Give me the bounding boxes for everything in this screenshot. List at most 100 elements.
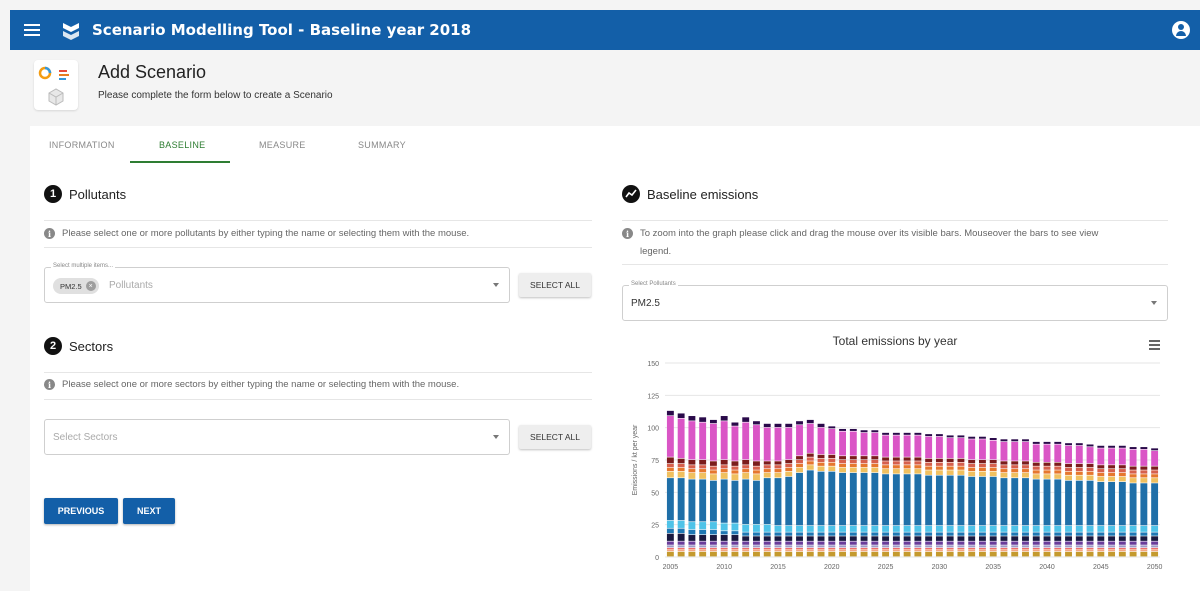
bar-segment[interactable] [1129, 474, 1137, 478]
bar-segment[interactable] [1065, 541, 1072, 545]
bar-segment[interactable] [742, 541, 750, 545]
bar-segment[interactable] [957, 536, 965, 541]
bar-segment[interactable] [849, 536, 857, 541]
bar-segment[interactable] [935, 541, 943, 545]
bar-segment[interactable] [903, 536, 911, 541]
bar-segment[interactable] [1011, 525, 1019, 532]
bar-segment[interactable] [817, 536, 825, 541]
bar-segment[interactable] [817, 547, 825, 549]
bar-segment[interactable] [925, 536, 933, 541]
bar-segment[interactable] [903, 435, 911, 457]
bar-segment[interactable] [774, 423, 782, 428]
bar-segment[interactable] [699, 541, 707, 545]
bar-segment[interactable] [806, 470, 814, 526]
bar-segment[interactable] [806, 549, 814, 552]
bar-segment[interactable] [731, 480, 739, 523]
bar-segment[interactable] [1108, 545, 1116, 548]
bar-segment[interactable] [882, 465, 890, 469]
bar-segment[interactable] [688, 547, 696, 549]
bar-segment[interactable] [1000, 525, 1008, 532]
bar-segment[interactable] [709, 541, 717, 545]
bar-segment[interactable] [688, 479, 696, 522]
bar-segment[interactable] [709, 466, 717, 470]
bar-segment[interactable] [677, 418, 685, 459]
bar-segment[interactable] [860, 467, 868, 473]
bar-segment[interactable] [817, 525, 825, 532]
bar-segment[interactable] [688, 541, 696, 545]
bar-segment[interactable] [968, 436, 976, 439]
bar-segment[interactable] [1140, 545, 1148, 548]
bar-segment[interactable] [903, 525, 911, 532]
bar-segment[interactable] [763, 549, 771, 552]
bar-segment[interactable] [1054, 525, 1062, 532]
bar-segment[interactable] [849, 545, 857, 548]
bar-segment[interactable] [731, 541, 739, 545]
bar-segment[interactable] [1129, 470, 1137, 474]
bar-segment[interactable] [1065, 475, 1072, 481]
bar-segment[interactable] [1011, 478, 1019, 526]
bar-segment[interactable] [957, 438, 965, 459]
bar-segment[interactable] [1065, 549, 1072, 552]
bar-segment[interactable] [1022, 547, 1029, 549]
bar-segment[interactable] [785, 423, 793, 428]
pollutants-input[interactable]: Pollutants [109, 280, 153, 291]
bar-segment[interactable] [1000, 532, 1008, 536]
bar-segment[interactable] [742, 417, 750, 422]
bar-segment[interactable] [892, 457, 900, 461]
bar-segment[interactable] [699, 545, 707, 548]
bar-segment[interactable] [989, 471, 997, 477]
bar-segment[interactable] [731, 523, 739, 531]
bar-segment[interactable] [709, 419, 717, 424]
bar-segment[interactable] [1022, 525, 1029, 532]
bar-segment[interactable] [1075, 525, 1083, 532]
bar-segment[interactable] [860, 541, 868, 545]
bar-segment[interactable] [1011, 536, 1019, 541]
bar-segment[interactable] [688, 545, 696, 548]
bar-segment[interactable] [785, 460, 793, 464]
bar-segment[interactable] [774, 549, 782, 552]
bar-segment[interactable] [699, 472, 707, 479]
bar-segment[interactable] [753, 425, 760, 461]
bar-segment[interactable] [979, 541, 986, 545]
bar-segment[interactable] [1075, 475, 1083, 481]
bar-segment[interactable] [1054, 441, 1062, 444]
bar-segment[interactable] [914, 536, 922, 541]
bar-segment[interactable] [1086, 463, 1094, 468]
bar-segment[interactable] [796, 421, 803, 425]
bar-segment[interactable] [860, 430, 868, 433]
bar-segment[interactable] [946, 545, 954, 548]
bar-segment[interactable] [892, 432, 900, 435]
bar-segment[interactable] [1086, 471, 1094, 475]
bar-segment[interactable] [946, 547, 954, 549]
bar-segment[interactable] [1151, 450, 1159, 466]
bar-segment[interactable] [1032, 462, 1040, 466]
emissions-chart[interactable]: 0 25 50 75 100 125 150 Emissions / kt per year 2… [620, 352, 1168, 578]
bar-segment[interactable] [871, 460, 879, 464]
bar-segment[interactable] [1086, 545, 1094, 548]
bar-segment[interactable] [903, 465, 911, 469]
bar-segment[interactable] [753, 547, 760, 549]
bar-segment[interactable] [914, 457, 922, 461]
bar-segment[interactable] [914, 525, 922, 532]
bar-segment[interactable] [849, 463, 857, 468]
bar-segment[interactable] [1108, 472, 1116, 477]
bar-segment[interactable] [742, 545, 750, 548]
bar-segment[interactable] [677, 467, 685, 472]
bar-segment[interactable] [817, 549, 825, 552]
bar-segment[interactable] [1075, 480, 1083, 526]
bar-segment[interactable] [925, 547, 933, 549]
bar-segment[interactable] [666, 410, 674, 416]
bar-segment[interactable] [763, 461, 771, 465]
bar-segment[interactable] [806, 461, 814, 465]
bar-segment[interactable] [1097, 547, 1105, 549]
bar-segment[interactable] [666, 533, 674, 541]
bar-segment[interactable] [1140, 541, 1148, 545]
bar-segment[interactable] [1032, 474, 1040, 479]
bar-segment[interactable] [860, 545, 868, 548]
bar-segment[interactable] [849, 541, 857, 545]
bar-segment[interactable] [753, 480, 760, 525]
bar-segment[interactable] [1065, 525, 1072, 532]
bar-segment[interactable] [1118, 481, 1126, 526]
bar-segment[interactable] [892, 465, 900, 469]
bar-segment[interactable] [946, 462, 954, 466]
